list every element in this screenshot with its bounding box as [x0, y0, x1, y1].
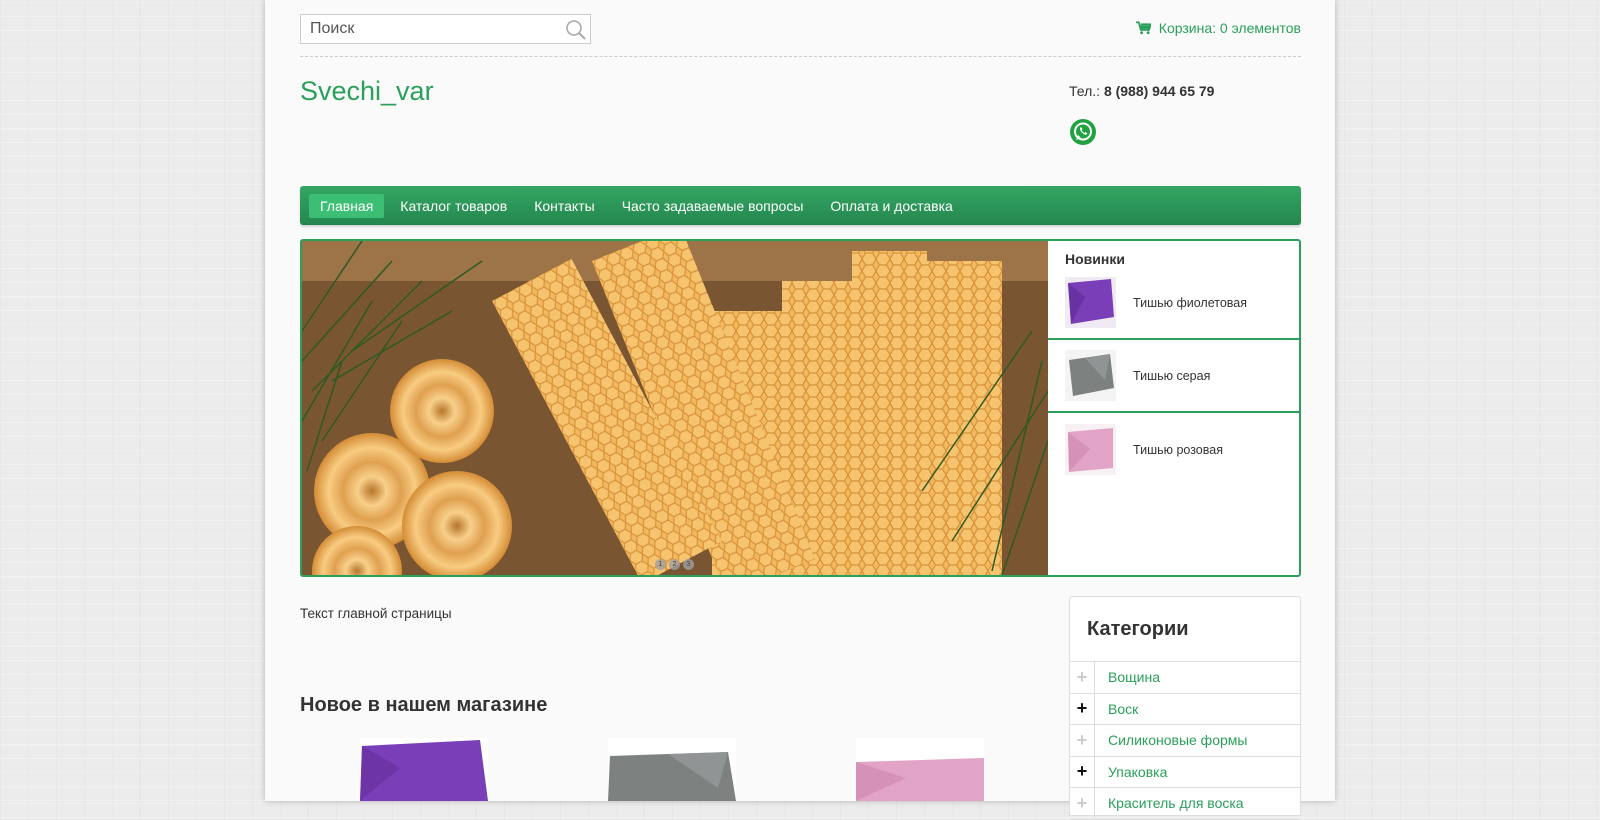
category-link[interactable]: Воск	[1108, 701, 1138, 717]
category-link[interactable]: Силиконовые формы	[1108, 732, 1247, 748]
category-link[interactable]: Упаковка	[1108, 764, 1167, 780]
cart-icon	[1135, 21, 1151, 35]
nav-item-faq[interactable]: Часто задаваемые вопросы	[611, 194, 815, 218]
header-divider	[300, 56, 1301, 57]
product-thumb-pink[interactable]	[1065, 424, 1116, 475]
site-logo[interactable]: Svechi_var	[300, 76, 434, 107]
expand-icon[interactable]: +	[1070, 725, 1095, 756]
slider-dot[interactable]: 3	[683, 559, 694, 570]
whatsapp-icon[interactable]	[1069, 118, 1097, 146]
new-item[interactable]: Тишью розовая	[1048, 413, 1299, 486]
phone-label: Тел.:	[1069, 83, 1101, 99]
category-item[interactable]: + Вощина	[1070, 662, 1300, 694]
product-image-purple[interactable]	[360, 738, 488, 801]
category-link[interactable]: Вощина	[1108, 669, 1160, 685]
new-item-name[interactable]: Тишью розовая	[1133, 443, 1223, 457]
category-item[interactable]: + Воск	[1070, 693, 1300, 725]
product-thumb-gray[interactable]	[1065, 350, 1116, 401]
search-box	[300, 14, 591, 44]
category-item[interactable]: + Упаковка	[1070, 756, 1300, 788]
page-container: Корзина: 0 элементов Svechi_var Тел.: 8 …	[265, 0, 1335, 820]
search-icon[interactable]	[564, 18, 588, 42]
slider-dots: 1 2 3	[655, 559, 694, 570]
nav-item-contacts[interactable]: Контакты	[523, 194, 605, 218]
phone-info: Тел.: 8 (988) 944 65 79	[1069, 83, 1214, 99]
slider-image-candles	[302, 241, 1048, 575]
new-item-name[interactable]: Тишью серая	[1133, 369, 1210, 383]
nav-item-delivery[interactable]: Оплата и доставка	[819, 194, 963, 218]
categories-panel: Категории + Вощина + Воск + Силиконовые …	[1069, 596, 1301, 820]
main-nav: Главная Каталог товаров Контакты Часто з…	[300, 186, 1301, 225]
new-item-name[interactable]: Тишью фиолетовая	[1133, 296, 1247, 310]
product-card-image[interactable]	[856, 738, 984, 801]
expand-icon[interactable]: +	[1070, 662, 1095, 693]
expand-icon[interactable]: +	[1070, 693, 1095, 724]
showcase-box: 1 2 3 Новинки Тишью фиолетовая Тишью сер…	[300, 239, 1301, 577]
slider-dot[interactable]: 2	[669, 559, 680, 570]
new-items-panel: Новинки Тишью фиолетовая Тишью серая Тиш…	[1048, 241, 1299, 575]
categories-title: Категории	[1070, 597, 1300, 662]
product-card-image[interactable]	[360, 738, 488, 801]
expand-icon[interactable]: +	[1070, 756, 1095, 787]
category-item[interactable]: + Силиконовые формы	[1070, 725, 1300, 757]
category-link[interactable]: Краситель для воска	[1108, 795, 1244, 811]
phone-number: 8 (988) 944 65 79	[1103, 83, 1215, 99]
category-item[interactable]: + Краситель для воска	[1070, 788, 1300, 820]
new-items-title: Новинки	[1065, 251, 1125, 267]
product-thumb-purple[interactable]	[1065, 277, 1116, 328]
new-item[interactable]: Тишью фиолетовая	[1048, 267, 1299, 340]
new-item[interactable]: Тишью серая	[1048, 340, 1299, 413]
cart-link[interactable]: Корзина: 0 элементов	[1135, 20, 1301, 36]
nav-item-catalog[interactable]: Каталог товаров	[389, 194, 518, 218]
cart-label: Корзина: 0 элементов	[1158, 20, 1301, 36]
main-text: Текст главной страницы	[300, 606, 452, 621]
expand-icon[interactable]: +	[1070, 788, 1095, 819]
product-card-image[interactable]	[608, 738, 736, 801]
slider[interactable]: 1 2 3	[302, 241, 1048, 575]
slider-dot[interactable]: 1	[655, 559, 666, 570]
product-image-gray[interactable]	[608, 738, 736, 801]
section-title: Новое в нашем магазине	[300, 694, 548, 716]
nav-item-home[interactable]: Главная	[309, 193, 385, 218]
search-input[interactable]	[301, 15, 551, 43]
product-image-pink[interactable]	[856, 738, 984, 801]
